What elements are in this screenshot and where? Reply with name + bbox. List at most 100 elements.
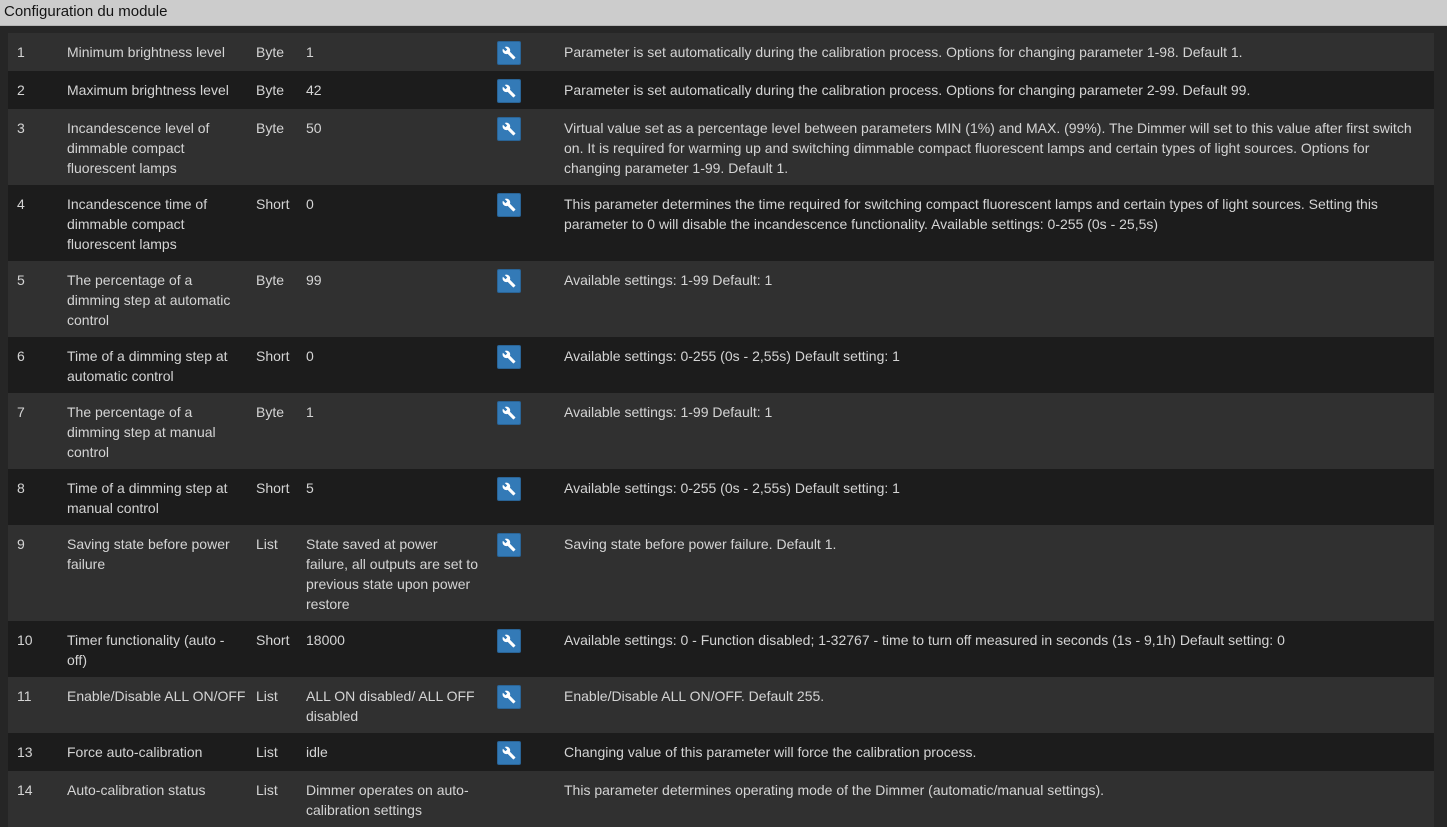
wrench-icon [502, 350, 516, 364]
param-value: 1 [306, 44, 314, 60]
param-value: Dimmer operates on auto-calibration sett… [306, 782, 469, 818]
param-description: This parameter determines operating mode… [564, 782, 1105, 798]
param-description: Available settings: 1-99 Default: 1 [564, 272, 773, 288]
param-name: Time of a dimming step at manual control [67, 480, 228, 516]
param-number: 8 [17, 480, 25, 496]
edit-parameter-button[interactable] [497, 741, 521, 765]
edit-parameter-button[interactable] [497, 533, 521, 557]
param-value: 1 [306, 404, 314, 420]
table-row: 3 Incandescence level of dimmable compac… [8, 109, 1434, 185]
wrench-icon [502, 406, 516, 420]
wrench-icon [502, 746, 516, 760]
param-number: 1 [17, 44, 25, 60]
param-description: Parameter is set automatically during th… [564, 44, 1243, 60]
table-row: 11 Enable/Disable ALL ON/OFF List ALL ON… [8, 677, 1434, 733]
param-name: Saving state before power failure [67, 536, 230, 572]
param-type: Short [256, 480, 290, 496]
edit-parameter-button[interactable] [497, 41, 521, 65]
param-type: Byte [256, 272, 285, 288]
edit-parameter-button[interactable] [497, 269, 521, 293]
edit-parameter-button[interactable] [497, 477, 521, 501]
param-type: Short [256, 632, 290, 648]
param-value: State saved at power failure, all output… [306, 536, 478, 612]
param-name: Enable/Disable ALL ON/OFF [67, 688, 246, 704]
param-number: 14 [17, 782, 33, 798]
table-row: 2 Maximum brightness level Byte 42 Param… [8, 71, 1434, 109]
wrench-icon [502, 690, 516, 704]
wrench-icon [502, 198, 516, 212]
param-number: 2 [17, 82, 25, 98]
param-type: Byte [256, 120, 285, 136]
wrench-icon [502, 538, 516, 552]
param-description: Parameter is set automatically during th… [564, 82, 1251, 98]
param-name: Maximum brightness level [67, 82, 229, 98]
param-value: 42 [306, 82, 322, 98]
edit-parameter-button[interactable] [497, 117, 521, 141]
param-name: Time of a dimming step at automatic cont… [67, 348, 228, 384]
param-type: Byte [256, 82, 285, 98]
param-type: List [256, 536, 278, 552]
param-description: Available settings: 1-99 Default: 1 [564, 404, 773, 420]
table-row: 7 The percentage of a dimming step at ma… [8, 393, 1434, 469]
param-description: Available settings: 0-255 (0s - 2,55s) D… [564, 480, 900, 496]
param-type: Short [256, 348, 290, 364]
param-value: 18000 [306, 632, 345, 648]
param-number: 7 [17, 404, 25, 420]
param-description: Changing value of this parameter will fo… [564, 744, 977, 760]
param-type: List [256, 688, 278, 704]
param-value: 0 [306, 348, 314, 364]
parameter-table: 1 Minimum brightness level Byte 1 Parame… [8, 33, 1434, 827]
edit-parameter-button[interactable] [497, 345, 521, 369]
panel-title: Configuration du module [0, 0, 1447, 26]
edit-parameter-button[interactable] [497, 79, 521, 103]
param-name: Minimum brightness level [67, 44, 225, 60]
param-name: Force auto-calibration [67, 744, 203, 760]
wrench-icon [502, 84, 516, 98]
param-name: The percentage of a dimming step at manu… [67, 404, 216, 460]
param-number: 9 [17, 536, 25, 552]
param-type: Short [256, 196, 290, 212]
param-value: 5 [306, 480, 314, 496]
param-number: 13 [17, 744, 33, 760]
param-value: 50 [306, 120, 322, 136]
edit-parameter-button[interactable] [497, 629, 521, 653]
wrench-icon [502, 634, 516, 648]
param-value: 0 [306, 196, 314, 212]
edit-parameter-button[interactable] [497, 685, 521, 709]
param-name: Timer functionality (auto - off) [67, 632, 225, 668]
edit-parameter-button[interactable] [497, 193, 521, 217]
param-type: Byte [256, 44, 285, 60]
param-number: 3 [17, 120, 25, 136]
param-type: List [256, 744, 278, 760]
table-row: 4 Incandescence time of dimmable compact… [8, 185, 1434, 261]
table-row: 6 Time of a dimming step at automatic co… [8, 337, 1434, 393]
param-name: Incandescence time of dimmable compact f… [67, 196, 208, 252]
param-description: Virtual value set as a percentage level … [564, 120, 1412, 176]
wrench-icon [502, 46, 516, 60]
param-description: Enable/Disable ALL ON/OFF. Default 255. [564, 688, 825, 704]
param-number: 5 [17, 272, 25, 288]
param-name: Auto-calibration status [67, 782, 206, 798]
wrench-icon [502, 482, 516, 496]
param-number: 4 [17, 196, 25, 212]
table-row: 10 Timer functionality (auto - off) Shor… [8, 621, 1434, 677]
param-name: Incandescence level of dimmable compact … [67, 120, 210, 176]
wrench-icon [502, 122, 516, 136]
param-number: 6 [17, 348, 25, 364]
edit-parameter-button[interactable] [497, 401, 521, 425]
wrench-icon [502, 274, 516, 288]
param-type: List [256, 782, 278, 798]
param-value: ALL ON disabled/ ALL OFF disabled [306, 688, 475, 724]
param-number: 11 [17, 688, 32, 704]
param-type: Byte [256, 404, 285, 420]
table-row: 8 Time of a dimming step at manual contr… [8, 469, 1434, 525]
param-description: This parameter determines the time requi… [564, 196, 1378, 232]
param-description: Available settings: 0 - Function disable… [564, 632, 1285, 648]
table-row: 14 Auto-calibration status List Dimmer o… [8, 771, 1434, 827]
table-row: 13 Force auto-calibration List idle Chan… [8, 733, 1434, 771]
param-name: The percentage of a dimming step at auto… [67, 272, 231, 328]
table-row: 9 Saving state before power failure List… [8, 525, 1434, 621]
param-value: 99 [306, 272, 322, 288]
param-number: 10 [17, 632, 33, 648]
table-row: 1 Minimum brightness level Byte 1 Parame… [8, 33, 1434, 71]
